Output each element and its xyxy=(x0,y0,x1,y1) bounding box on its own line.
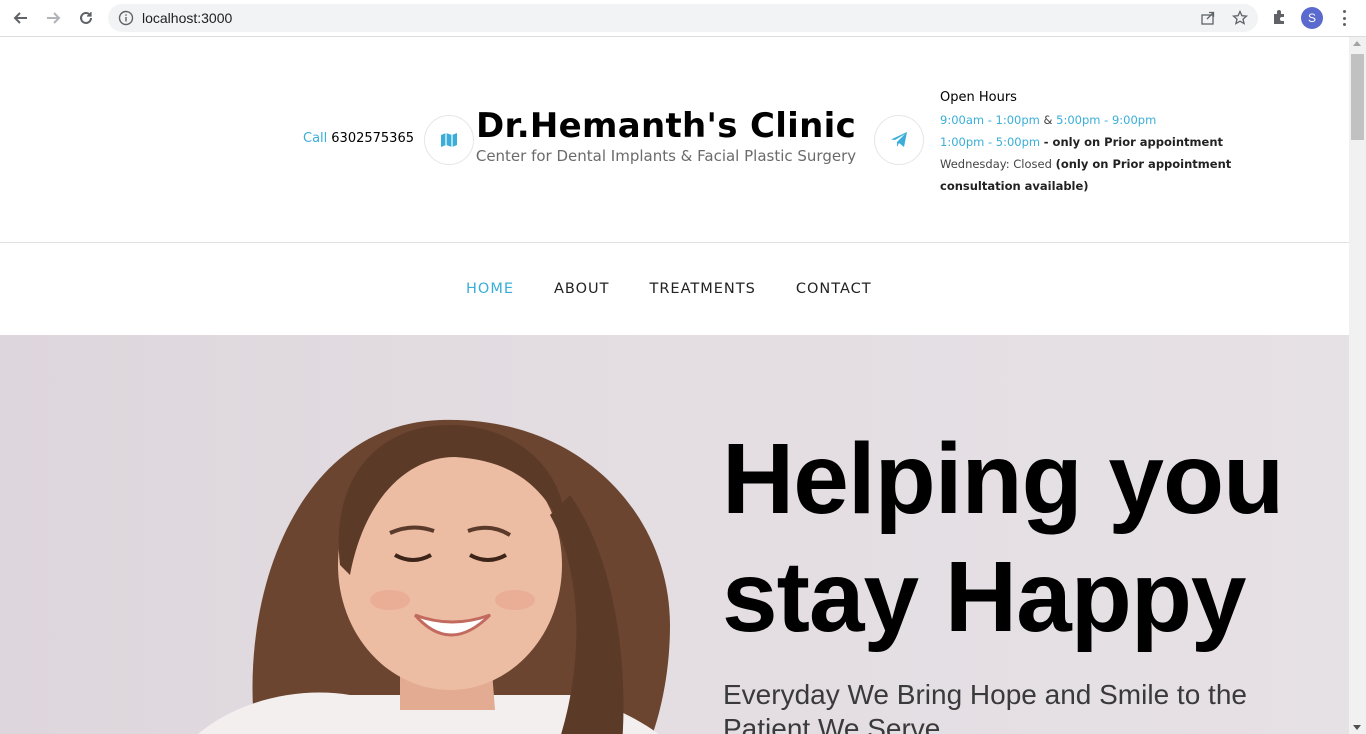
hours-wednesday: Wednesday: Closed xyxy=(940,157,1052,171)
hours-line-1: 9:00am - 1:00pm & 5:00pm - 9:00pm xyxy=(940,109,1240,131)
reload-icon[interactable] xyxy=(74,6,98,30)
hero-woman-image xyxy=(198,419,670,734)
paper-plane-icon[interactable] xyxy=(874,115,924,165)
scroll-up-icon[interactable] xyxy=(1353,41,1361,46)
hero-heading-line-1: Helping you xyxy=(722,423,1284,535)
hero-banner: Helping you stay Happy Everyday We Bring… xyxy=(0,335,1349,734)
call-info[interactable]: Call 6302575365 xyxy=(303,131,414,146)
open-hours-title: Open Hours xyxy=(940,90,1017,105)
main-navigation: HOME ABOUT TREATMENTS CONTACT xyxy=(0,243,1349,335)
hours-slot-3: 1:00pm - 5:00pm xyxy=(940,135,1041,149)
open-hours: Open Hours 9:00am - 1:00pm & 5:00pm - 9:… xyxy=(940,87,1240,197)
clinic-brand[interactable]: Dr.Hemanth's Clinic Center for Dental Im… xyxy=(470,105,862,165)
back-icon[interactable] xyxy=(9,6,33,30)
hours-amp: & xyxy=(1043,113,1053,127)
hours-slot-2: 5:00pm - 9:00pm xyxy=(1056,113,1157,127)
url-text[interactable]: localhost:3000 xyxy=(142,10,232,26)
web-page: Call 6302575365 Dr.Hemanth's Clinic Cente… xyxy=(0,37,1349,734)
clinic-tagline: Center for Dental Implants & Facial Plas… xyxy=(475,147,857,165)
menu-icon[interactable] xyxy=(1336,8,1352,28)
hero-heading: Helping you stay Happy xyxy=(722,420,1342,656)
star-icon[interactable] xyxy=(1231,9,1249,27)
nav-home[interactable]: HOME xyxy=(466,281,514,297)
site-header: Call 6302575365 Dr.Hemanth's Clinic Cente… xyxy=(0,37,1349,243)
nav-treatments[interactable]: TREATMENTS xyxy=(650,281,756,297)
scrollbar-thumb[interactable] xyxy=(1351,54,1364,140)
hours-line-3: Wednesday: Closed (only on Prior appoint… xyxy=(940,153,1240,197)
nav-contact[interactable]: CONTACT xyxy=(796,281,872,297)
hero-heading-line-2: stay Happy xyxy=(722,541,1247,653)
extensions-icon[interactable] xyxy=(1271,8,1289,31)
page-scrollbar[interactable] xyxy=(1349,37,1366,734)
phone-number[interactable]: 6302575365 xyxy=(331,131,414,146)
map-icon[interactable] xyxy=(424,115,474,165)
hero-subtitle: Everyday We Bring Hope and Smile to the … xyxy=(723,679,1247,734)
nav-about[interactable]: ABOUT xyxy=(554,281,610,297)
address-bar[interactable]: localhost:3000 xyxy=(108,4,1258,32)
browser-toolbar: localhost:3000 S xyxy=(0,0,1366,37)
call-label: Call xyxy=(303,131,328,146)
clinic-name[interactable]: Dr.Hemanth's Clinic xyxy=(470,105,862,147)
info-icon[interactable] xyxy=(118,10,134,31)
share-icon[interactable] xyxy=(1199,9,1217,27)
hours-slot-1: 9:00am - 1:00pm xyxy=(940,113,1040,127)
hours-slot-3-note: - only on Prior appointment xyxy=(1043,135,1224,149)
hours-line-2: 1:00pm - 5:00pm - only on Prior appointm… xyxy=(940,131,1240,153)
profile-avatar[interactable]: S xyxy=(1301,7,1323,29)
forward-icon[interactable] xyxy=(41,6,65,30)
scroll-down-icon[interactable] xyxy=(1353,725,1361,730)
